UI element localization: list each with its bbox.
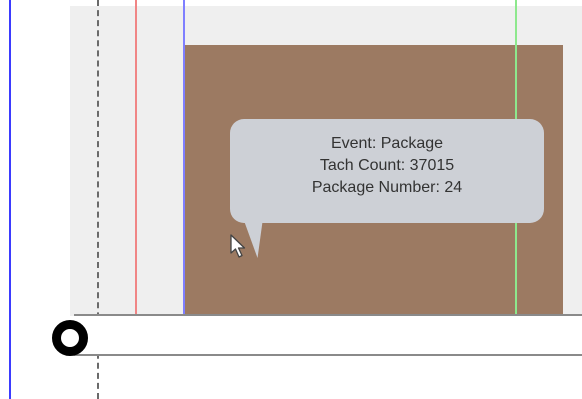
tooltip-tach-count-text: Tach Count: 37015 — [319, 157, 455, 174]
red-marker-line[interactable] — [135, 0, 137, 316]
event-tooltip: Event: Package Tach Count: 37015 Package… — [230, 119, 544, 223]
track-band[interactable] — [74, 314, 582, 356]
left-axis-line — [9, 0, 11, 399]
blue-marker-line[interactable] — [183, 0, 185, 316]
ring-marker-icon[interactable] — [52, 320, 88, 356]
tooltip-event-text: Event: Package — [330, 135, 444, 152]
top-strip — [70, 0, 582, 6]
timeline-canvas[interactable]: Event: Package Tach Count: 37015 Package… — [0, 0, 582, 399]
tooltip-package-number-text: Package Number: 24 — [311, 179, 463, 196]
mouse-pointer-icon — [230, 234, 246, 258]
